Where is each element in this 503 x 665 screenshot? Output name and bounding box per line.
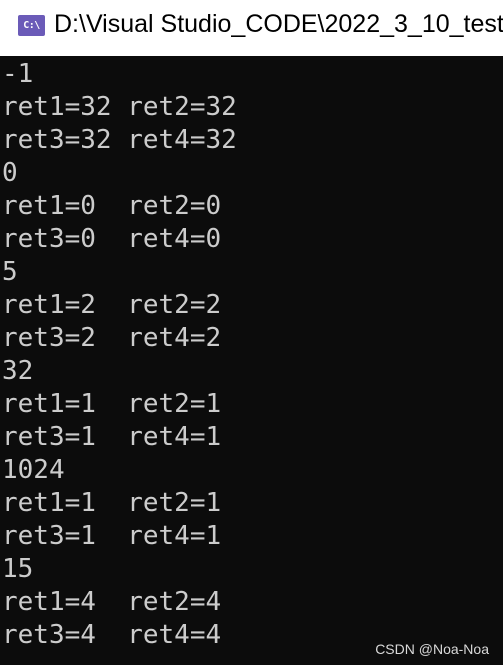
console-line: 5: [2, 257, 18, 287]
console-line: ret3=0 ret4=0: [2, 224, 222, 254]
console-line: ret1=1 ret2=1: [2, 488, 222, 518]
console-line: ret1=4 ret2=4: [2, 587, 222, 617]
console-app-icon: C:\: [18, 15, 45, 36]
console-line: 15: [2, 554, 34, 584]
console-line: 32: [2, 356, 34, 386]
console-line: ret1=0 ret2=0: [2, 191, 222, 221]
console-line: -1: [2, 59, 34, 89]
console-line: 0: [2, 158, 18, 188]
console-line: ret3=4 ret4=4: [2, 620, 222, 650]
console-line: ret1=32 ret2=32: [2, 92, 237, 122]
console-line: ret1=2 ret2=2: [2, 290, 222, 320]
console-window: C:\ D:\Visual Studio_CODE\2022_3_10_test…: [0, 0, 503, 665]
console-app-icon-glyph: C:\: [23, 20, 40, 31]
console-line: 1024: [2, 455, 65, 485]
console-line: ret3=1 ret4=1: [2, 422, 222, 452]
console-line: ret3=2 ret4=2: [2, 323, 222, 353]
console-line: ret3=32 ret4=32: [2, 125, 237, 155]
console-line: ret3=1 ret4=1: [2, 521, 222, 551]
window-title: D:\Visual Studio_CODE\2022_3_10_test\: [54, 10, 503, 38]
console-line: ret1=1 ret2=1: [2, 389, 222, 419]
csdn-watermark: CSDN @Noa-Noa: [375, 641, 489, 657]
console-output[interactable]: -1 ret1=32 ret2=32 ret3=32 ret4=32 0 ret…: [0, 56, 503, 665]
title-bar[interactable]: C:\ D:\Visual Studio_CODE\2022_3_10_test…: [0, 0, 503, 56]
